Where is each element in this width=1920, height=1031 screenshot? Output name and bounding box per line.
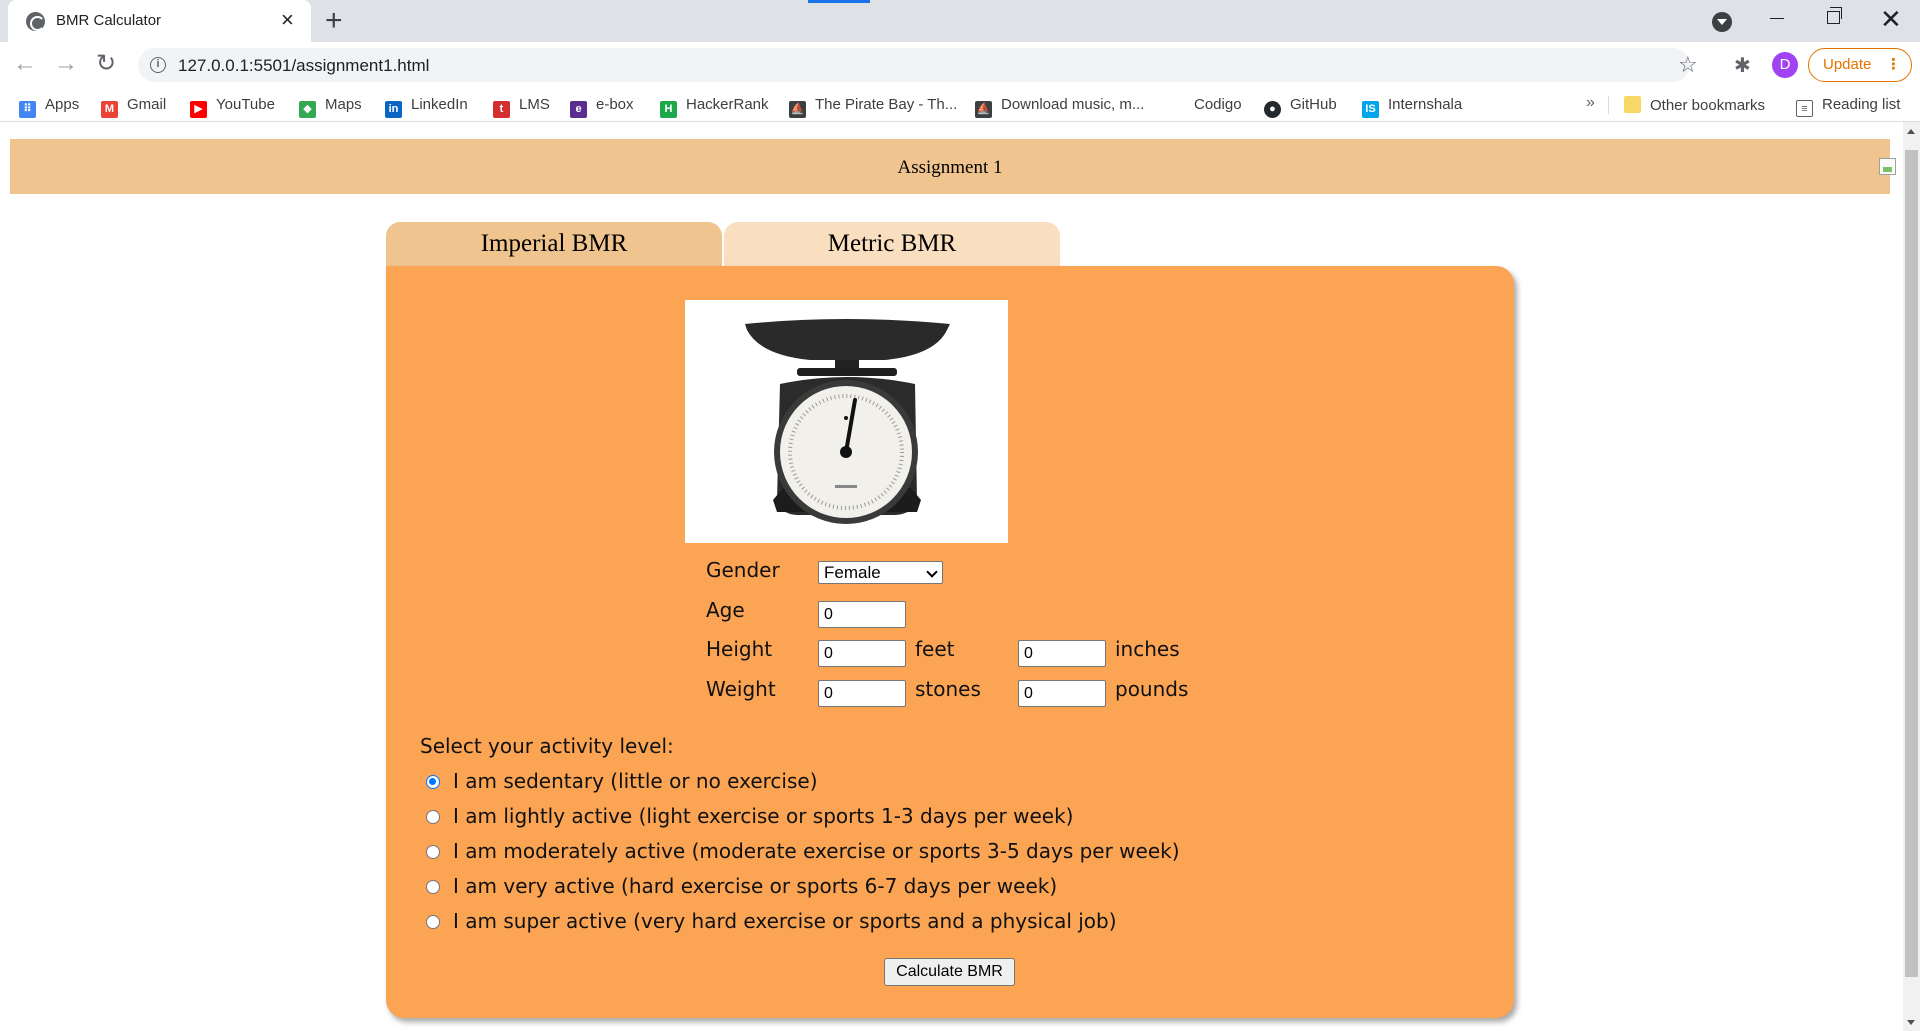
bookmark-internshala[interactable]: IS Internshala — [1362, 96, 1462, 118]
gmail-icon: M — [101, 101, 118, 118]
address-bar[interactable]: i 127.0.0.1:5501/assignment1.html ☆ — [138, 48, 1698, 82]
bookmark-apps[interactable]: ⠿ Apps — [19, 96, 79, 118]
browser-tab-strip: BMR Calculator × + ✕ — [0, 0, 1920, 42]
bookmark-github[interactable]: ● GitHub — [1264, 96, 1337, 118]
info-icon[interactable]: i — [150, 57, 166, 73]
lms-icon: t — [493, 101, 510, 118]
apps-grid-icon: ⠿ — [19, 101, 36, 118]
maps-icon: ◆ — [299, 101, 316, 118]
scroll-down-arrow-icon[interactable] — [1907, 1020, 1915, 1025]
kitchen-scale-image — [685, 300, 1008, 543]
age-label: Age — [706, 598, 745, 622]
bookmarks-bar: ⠿ Apps M Gmail ▶ YouTube ◆ Maps in LinkedIn t… — [0, 88, 1920, 122]
height-inches-input[interactable]: 0 — [1018, 640, 1106, 667]
radio-button[interactable] — [426, 775, 440, 789]
restore-icon[interactable] — [1827, 7, 1842, 24]
page-header: Assignment 1 — [10, 139, 1896, 194]
reading-list[interactable]: ≡ Reading list — [1796, 96, 1900, 117]
kitchen-scale-illustration — [745, 319, 950, 524]
new-tab-icon[interactable]: + — [325, 4, 343, 38]
bmr-calculator-panel: Gender Female Age 0 Height 0 feet 0 inch… — [386, 266, 1514, 1018]
bookmark-maps[interactable]: ◆ Maps — [299, 96, 362, 118]
bookmark-gmail[interactable]: M Gmail — [101, 96, 166, 118]
globe-icon — [26, 12, 45, 31]
tab-search-icon[interactable] — [1712, 12, 1732, 32]
youtube-icon: ▶ — [190, 101, 207, 118]
radio-button[interactable] — [426, 915, 440, 929]
bookmark-youtube[interactable]: ▶ YouTube — [190, 96, 275, 118]
inches-unit-label: inches — [1115, 637, 1180, 661]
more-menu-icon: ⋮ — [1886, 56, 1901, 73]
browser-toolbar: ← → ↻ i 127.0.0.1:5501/assignment1.html … — [0, 42, 1920, 88]
linkedin-icon: in — [385, 101, 402, 118]
bookmark-linkedin[interactable]: in LinkedIn — [385, 96, 468, 118]
bookmark-lms[interactable]: t LMS — [493, 96, 550, 118]
bookmark-codigo[interactable]: Codigo — [1194, 96, 1242, 116]
bookmarks-divider — [1608, 96, 1609, 114]
radio-button[interactable] — [426, 845, 440, 859]
height-feet-input[interactable]: 0 — [818, 640, 906, 667]
hackerrank-icon: H — [660, 101, 677, 118]
update-label: Update — [1823, 56, 1872, 73]
browser-tab-title: BMR Calculator — [56, 12, 162, 29]
internshala-icon: IS — [1362, 101, 1379, 118]
broken-image-icon — [1879, 158, 1896, 175]
weight-label: Weight — [706, 677, 776, 701]
activity-level-title: Select your activity level: — [420, 734, 674, 758]
scrollbar-thumb[interactable] — [1905, 150, 1918, 977]
profile-avatar[interactable]: D — [1772, 52, 1798, 78]
reading-list-icon: ≡ — [1796, 100, 1813, 117]
folder-icon — [1624, 96, 1641, 113]
minimize-icon[interactable] — [1770, 18, 1784, 19]
pounds-unit-label: pounds — [1115, 677, 1189, 701]
tab-metric-bmr[interactable]: Metric BMR — [724, 222, 1060, 266]
pirate-ship-icon: ⛵ — [789, 101, 806, 118]
chevron-down-icon — [926, 566, 938, 578]
bookmark-other-folder[interactable]: Other bookmarks — [1624, 96, 1765, 116]
ebox-icon: e — [570, 101, 587, 118]
calculate-bmr-button[interactable]: Calculate BMR — [884, 958, 1015, 986]
weight-stones-input[interactable]: 0 — [818, 680, 906, 707]
extensions-puzzle-icon[interactable]: ✱ — [1734, 53, 1751, 78]
pirate-ship-icon: ⛵ — [975, 101, 992, 118]
vertical-scrollbar[interactable] — [1903, 122, 1920, 1031]
height-label: Height — [706, 637, 773, 661]
bookmark-piratebay[interactable]: ⛵ The Pirate Bay - Th... — [789, 96, 957, 118]
bookmark-download-music[interactable]: ⛵ Download music, m... — [975, 96, 1144, 118]
radio-button[interactable] — [426, 880, 440, 894]
update-button[interactable]: Update ⋮ — [1808, 48, 1912, 82]
stones-unit-label: stones — [915, 677, 981, 701]
bookmark-ebox[interactable]: e e-box — [570, 96, 634, 118]
reload-icon[interactable]: ↻ — [96, 49, 116, 79]
tab-imperial-bmr[interactable]: Imperial BMR — [386, 222, 722, 266]
bookmark-hackerrank[interactable]: H HackerRank — [660, 96, 769, 118]
age-input[interactable]: 0 — [818, 601, 906, 628]
bookmark-star-icon[interactable]: ☆ — [1678, 52, 1698, 78]
tab-indicator — [808, 0, 870, 3]
back-arrow-icon[interactable]: ← — [13, 49, 37, 79]
browser-tab[interactable]: BMR Calculator × — [8, 0, 311, 42]
weight-pounds-input[interactable]: 0 — [1018, 680, 1106, 707]
radio-button[interactable] — [426, 810, 440, 824]
github-icon: ● — [1264, 101, 1281, 118]
page-title: Assignment 1 — [897, 157, 1003, 178]
scroll-up-arrow-icon[interactable] — [1907, 129, 1915, 134]
url-text[interactable]: 127.0.0.1:5501/assignment1.html — [178, 56, 429, 76]
close-tab-icon[interactable]: × — [281, 8, 294, 32]
forward-arrow-icon[interactable]: → — [54, 49, 78, 79]
feet-unit-label: feet — [915, 637, 955, 661]
window-close-icon[interactable]: ✕ — [1880, 4, 1902, 34]
gender-label: Gender — [706, 558, 780, 582]
gender-select[interactable]: Female — [818, 561, 943, 584]
page-viewport: Assignment 1 Imperial BMR Metric BMR Gen… — [0, 122, 1920, 1031]
more-bookmarks-chevron-icon[interactable]: » — [1586, 94, 1595, 112]
